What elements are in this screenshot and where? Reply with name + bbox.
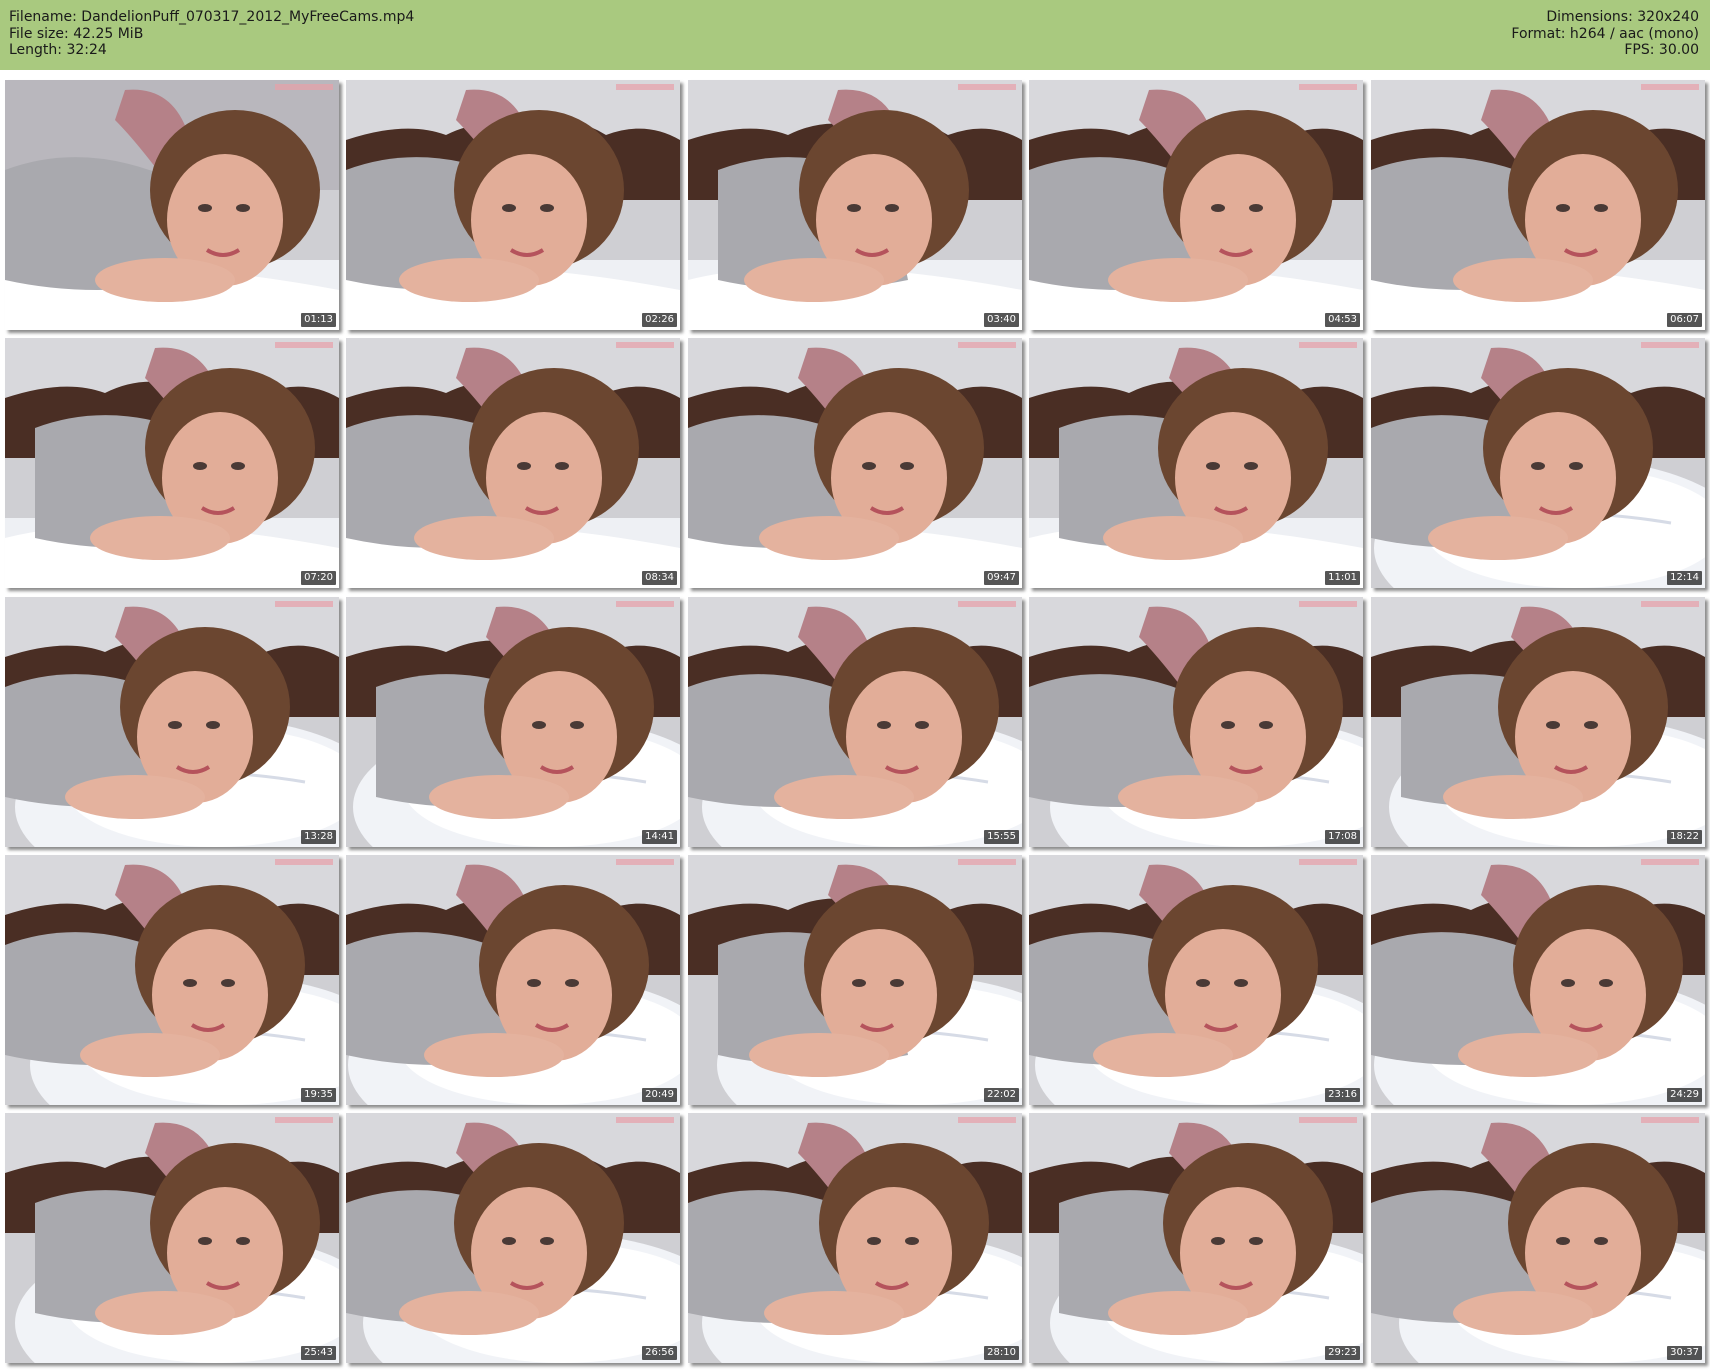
video-thumbnail[interactable]: 26:56	[346, 1113, 680, 1363]
timestamp-label: 02:26	[642, 313, 677, 327]
thumbnail-frame-image	[346, 338, 680, 588]
video-thumbnail[interactable]: 06:07	[1371, 80, 1705, 330]
file-info-right: Dimensions: 320x240 Format: h264 / aac (…	[1511, 9, 1699, 59]
video-thumbnail[interactable]: 12:14	[1371, 338, 1705, 588]
thumbnail-frame-image	[5, 855, 339, 1105]
dimensions-text: Dimensions: 320x240	[1546, 9, 1699, 25]
timestamp-label: 15:55	[984, 830, 1019, 844]
timestamp-label: 22:02	[984, 1088, 1019, 1102]
info-header: Filename: DandelionPuff_070317_2012_MyFr…	[0, 0, 1710, 70]
timestamp-label: 28:10	[984, 1346, 1019, 1360]
thumbnail-frame-image	[346, 1113, 680, 1363]
timestamp-label: 08:34	[642, 571, 677, 585]
thumbnail-frame-image	[1029, 855, 1363, 1105]
thumbnail-frame-image	[5, 1113, 339, 1363]
timestamp-label: 04:53	[1325, 313, 1360, 327]
video-thumbnail[interactable]: 13:28	[5, 597, 339, 847]
video-thumbnail[interactable]: 01:13	[5, 80, 339, 330]
thumbnail-frame-image	[5, 80, 339, 330]
thumbnail-frame-image	[688, 1113, 1022, 1363]
timestamp-label: 09:47	[984, 571, 1019, 585]
thumbnail-frame-image	[1029, 338, 1363, 588]
timestamp-label: 12:14	[1667, 571, 1702, 585]
video-thumbnail[interactable]: 28:10	[688, 1113, 1022, 1363]
video-thumbnail[interactable]: 04:53	[1029, 80, 1363, 330]
thumbnail-frame-image	[688, 338, 1022, 588]
timestamp-label: 07:20	[301, 571, 336, 585]
timestamp-label: 14:41	[642, 830, 677, 844]
timestamp-label: 17:08	[1325, 830, 1360, 844]
video-thumbnail[interactable]: 18:22	[1371, 597, 1705, 847]
thumbnail-frame-image	[1371, 80, 1705, 330]
timestamp-label: 03:40	[984, 313, 1019, 327]
thumbnail-frame-image	[1029, 597, 1363, 847]
filename-text: Filename: DandelionPuff_070317_2012_MyFr…	[9, 9, 415, 25]
video-thumbnail[interactable]: 19:35	[5, 855, 339, 1105]
video-thumbnail[interactable]: 08:34	[346, 338, 680, 588]
timestamp-label: 18:22	[1667, 830, 1702, 844]
thumbnail-frame-image	[688, 855, 1022, 1105]
timestamp-label: 13:28	[301, 830, 336, 844]
video-thumbnail[interactable]: 25:43	[5, 1113, 339, 1363]
video-thumbnail[interactable]: 24:29	[1371, 855, 1705, 1105]
thumbnail-frame-image	[1371, 855, 1705, 1105]
thumbnail-grid: 01:13 02:26 03:40 04:53 06:07 07:20 08:34 09:47…	[5, 80, 1705, 1365]
video-thumbnail[interactable]: 15:55	[688, 597, 1022, 847]
timestamp-label: 06:07	[1667, 313, 1702, 327]
thumbnail-frame-image	[688, 597, 1022, 847]
length-text: Length: 32:24	[9, 42, 107, 58]
thumbnail-frame-image	[1371, 597, 1705, 847]
video-thumbnail[interactable]: 09:47	[688, 338, 1022, 588]
video-thumbnail[interactable]: 22:02	[688, 855, 1022, 1105]
video-thumbnail[interactable]: 14:41	[346, 597, 680, 847]
timestamp-label: 19:35	[301, 1088, 336, 1102]
thumbnail-frame-image	[346, 597, 680, 847]
thumbnail-frame-image	[1371, 338, 1705, 588]
video-thumbnail[interactable]: 29:23	[1029, 1113, 1363, 1363]
video-thumbnail[interactable]: 03:40	[688, 80, 1022, 330]
thumbnail-frame-image	[688, 80, 1022, 330]
video-thumbnail[interactable]: 11:01	[1029, 338, 1363, 588]
timestamp-label: 26:56	[642, 1346, 677, 1360]
video-thumbnail[interactable]: 02:26	[346, 80, 680, 330]
video-thumbnail[interactable]: 07:20	[5, 338, 339, 588]
timestamp-label: 20:49	[642, 1088, 677, 1102]
timestamp-label: 23:16	[1325, 1088, 1360, 1102]
fps-text: FPS: 30.00	[1624, 42, 1699, 58]
timestamp-label: 30:37	[1667, 1346, 1702, 1360]
timestamp-label: 01:13	[301, 313, 336, 327]
thumbnail-frame-image	[1029, 1113, 1363, 1363]
thumbnail-frame-image	[5, 597, 339, 847]
thumbnail-frame-image	[346, 80, 680, 330]
thumbnail-frame-image	[5, 338, 339, 588]
filesize-text: File size: 42.25 MiB	[9, 25, 144, 42]
video-thumbnail[interactable]: 30:37	[1371, 1113, 1705, 1363]
video-thumbnail[interactable]: 23:16	[1029, 855, 1363, 1105]
file-info-left: Filename: DandelionPuff_070317_2012_MyFr…	[9, 9, 414, 59]
timestamp-label: 29:23	[1325, 1346, 1360, 1360]
video-thumbnail[interactable]: 17:08	[1029, 597, 1363, 847]
timestamp-label: 24:29	[1667, 1088, 1702, 1102]
format-text: Format: h264 / aac (mono)	[1511, 25, 1699, 42]
thumbnail-frame-image	[346, 855, 680, 1105]
timestamp-label: 11:01	[1325, 571, 1360, 585]
thumbnail-frame-image	[1029, 80, 1363, 330]
thumbnail-frame-image	[1371, 1113, 1705, 1363]
timestamp-label: 25:43	[301, 1346, 336, 1360]
video-thumbnail[interactable]: 20:49	[346, 855, 680, 1105]
